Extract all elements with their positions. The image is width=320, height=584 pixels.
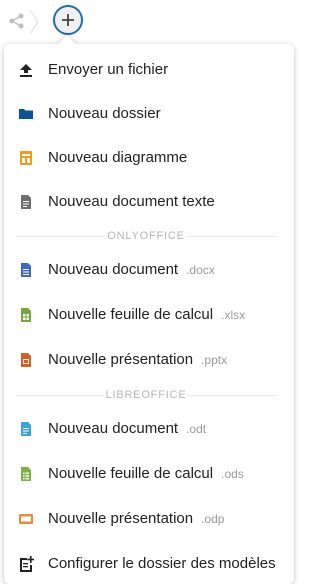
menu-item-label: Configurer le dossier des modèles [48,555,276,572]
file-extension: .xlsx [221,308,246,322]
menu-item-onlyoffice-presentation[interactable]: Nouvelle présentation .pptx [4,342,288,378]
file-extension: .docx [186,263,215,277]
section-header-onlyoffice: ONLYOFFICE [4,229,288,243]
menu-item-label: Nouvelle présentation .pptx [48,351,228,368]
breadcrumb-separator-icon [29,9,39,35]
spreadsheet-icon [21,467,31,481]
menu-item-onlyoffice-spreadsheet[interactable]: Nouvelle feuille de calcul .xlsx [4,297,288,333]
presentation-icon [19,514,33,524]
menu-item-onlyoffice-document[interactable]: Nouveau document .docx [4,252,288,288]
menu-item-libreoffice-spreadsheet[interactable]: Nouvelle feuille de calcul .ods [4,456,288,492]
menu-item-label: Envoyer un fichier [48,61,169,78]
presentation-icon [21,353,31,367]
menu-item-new-diagram[interactable]: Nouveau diagramme [4,140,288,176]
document-icon [21,263,31,277]
file-extension: .ods [221,467,244,481]
upload-icon [20,64,32,77]
spreadsheet-icon [21,308,31,322]
template-settings-icon [20,556,34,572]
menu-item-label: Nouveau document texte [48,193,215,210]
menu-item-label: Nouveau dossier [48,105,161,122]
menu-item-label: Nouvelle feuille de calcul .ods [48,465,244,482]
menu-item-label: Nouveau document .docx [48,261,215,278]
text-document-icon [21,195,31,209]
menu-item-libreoffice-document[interactable]: Nouveau document .odt [4,411,288,447]
menu-item-configure-templates-folder[interactable]: Configurer le dossier des modèles [4,546,288,582]
add-new-button[interactable] [53,5,83,35]
section-header-libreoffice: LIBREOFFICE [4,388,288,402]
file-extension: .odp [201,512,225,526]
file-extension: .pptx [201,353,228,367]
menu-item-upload-file[interactable]: Envoyer un fichier [4,52,288,88]
menu-item-libreoffice-presentation[interactable]: Nouvelle présentation .odp [4,501,288,537]
file-extension: .odt [186,422,207,436]
menu-item-label: Nouvelle présentation .odp [48,510,225,527]
new-file-menu: Envoyer un fichier Nouveau dossier Nouve… [4,44,294,584]
share-icon[interactable] [8,12,26,30]
top-bar [0,0,288,44]
document-icon [21,422,31,436]
menu-item-new-folder[interactable]: Nouveau dossier [4,96,288,132]
menu-item-label: Nouveau diagramme [48,149,188,166]
diagram-icon [20,151,32,165]
plus-icon [62,14,74,26]
menu-item-label: Nouvelle feuille de calcul .xlsx [48,306,246,323]
menu-item-new-text-document[interactable]: Nouveau document texte [4,184,288,220]
menu-item-label: Nouveau document .odt [48,420,207,437]
folder-icon [19,109,33,119]
